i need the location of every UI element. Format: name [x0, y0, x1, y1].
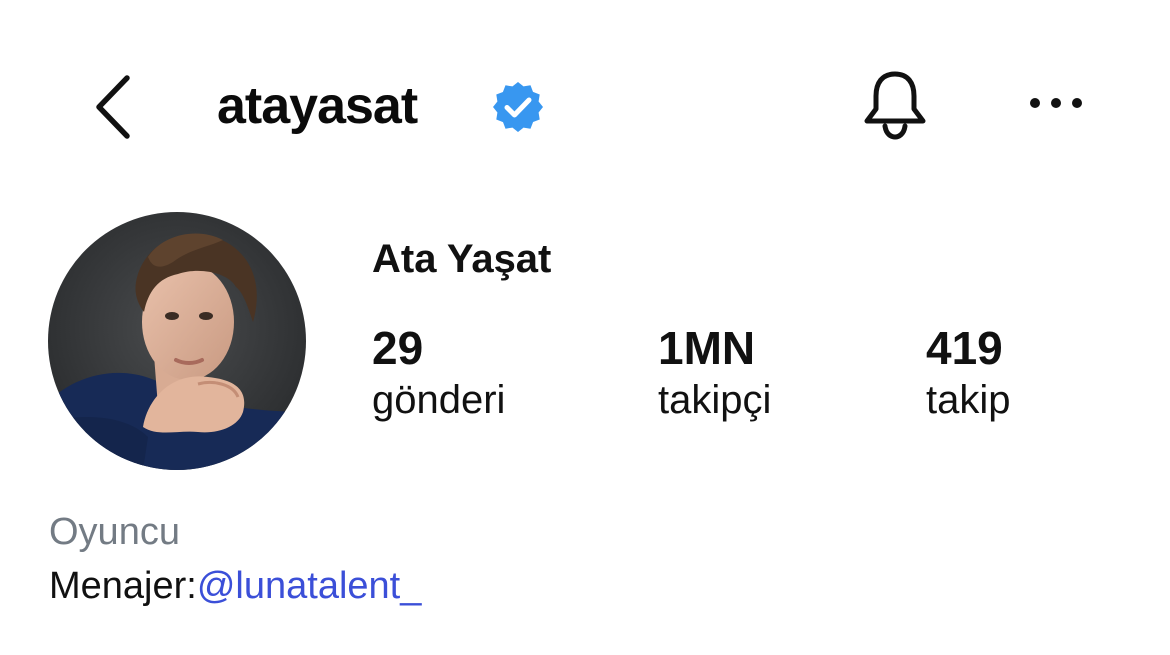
posts-count[interactable]: 29 gönderi	[372, 322, 505, 426]
back-button[interactable]	[88, 72, 144, 142]
profile-username[interactable]: atayasat	[217, 76, 418, 136]
following-count[interactable]: 419 takip	[926, 322, 1011, 426]
followers-count-label: takipçi	[658, 378, 772, 422]
notifications-button[interactable]	[860, 68, 930, 142]
following-count-value: 419	[926, 322, 1003, 374]
following-count-label: takip	[926, 378, 1011, 422]
profile-photo	[48, 212, 306, 470]
followers-count[interactable]: 1MN takipçi	[658, 322, 771, 426]
posts-count-label: gönderi	[372, 378, 506, 422]
profile-avatar[interactable]	[48, 212, 306, 470]
followers-count-value: 1MN	[658, 322, 756, 374]
profile-display-name: Ata Yaşat	[372, 237, 552, 281]
posts-count-value: 29	[372, 322, 424, 374]
chevron-left-icon	[96, 75, 130, 139]
bell-icon	[864, 71, 926, 140]
bio-manager-prefix: Menajer:	[49, 565, 197, 607]
more-horizontal-icon	[1030, 98, 1082, 108]
manager-mention-link[interactable]: @lunatalent_	[197, 565, 422, 607]
more-options-button[interactable]	[1026, 88, 1086, 118]
bio-manager-line: Menajer:@lunatalent_	[49, 563, 421, 609]
verified-badge-icon	[493, 82, 543, 132]
bio-category: Oyuncu	[49, 511, 180, 553]
